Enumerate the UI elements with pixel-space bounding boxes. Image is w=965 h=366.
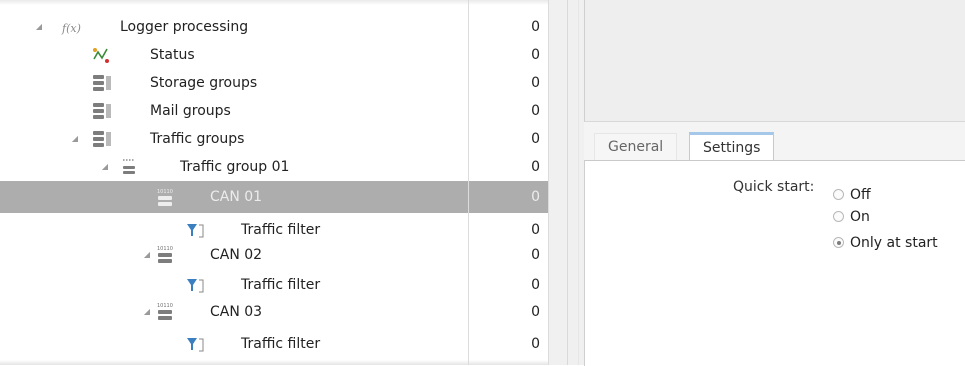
column-divider (468, 0, 469, 365)
tree-bottom-edge (0, 360, 548, 365)
tree-item-value: 0 (531, 247, 540, 263)
filter-icon (186, 221, 204, 239)
radio-label: Off (850, 187, 871, 203)
tree-item-label: Traffic filter (241, 336, 321, 352)
radio-button-icon[interactable] (833, 210, 844, 222)
tree-item-value: 0 (531, 336, 540, 352)
filter-icon (186, 335, 204, 353)
radio-button-icon[interactable] (833, 236, 844, 248)
tree-item-value: 0 (531, 222, 540, 238)
database-stack-icon (92, 102, 111, 120)
tree-item-traffic-group-01[interactable]: ◢ Traffic group 01 0 (0, 153, 548, 181)
tree-item-can-02[interactable]: ◢ 10110 CAN 02 0 (0, 241, 548, 269)
traffic-group-icon (120, 158, 138, 176)
tab-settings[interactable]: Settings (689, 132, 775, 161)
can-channel-icon: 10110 (156, 187, 174, 209)
tree-item-label: CAN 01 (210, 189, 263, 205)
database-stack-icon (92, 130, 111, 148)
tree-item-value: 0 (531, 159, 540, 175)
splitter-line (578, 0, 579, 365)
tree-item-label: CAN 03 (210, 304, 263, 320)
tree-item-label: Storage groups (150, 75, 258, 91)
tree-item-traffic-groups[interactable]: ◢ Traffic groups 0 (0, 125, 548, 153)
svg-text:10110: 10110 (157, 246, 173, 252)
tree-panel: ◢ f(x) Logger processing 0 Status 0 Stor… (0, 0, 548, 365)
radio-label: Only at start (850, 235, 938, 251)
status-chart-icon (92, 46, 110, 64)
tree-item-value: 0 (531, 277, 540, 293)
tree-item-label: Status (150, 47, 195, 63)
tree-item-label: CAN 02 (210, 247, 263, 263)
svg-text:10110: 10110 (157, 303, 173, 309)
tree-item-can-03[interactable]: ◢ 10110 CAN 03 0 (0, 298, 548, 326)
svg-text:10110: 10110 (157, 189, 173, 195)
function-icon: f(x) (60, 18, 84, 36)
tree-item-traffic-filter[interactable]: Traffic filter 0 (0, 216, 548, 244)
panel-splitter[interactable] (548, 0, 585, 365)
tree-item-mail-groups[interactable]: Mail groups 0 (0, 97, 548, 125)
tree-item-value: 0 (531, 75, 540, 91)
tree-item-value: 0 (531, 47, 540, 63)
radio-off[interactable]: Off (833, 184, 871, 206)
tree-item-value: 0 (531, 103, 540, 119)
tab-label: General (608, 139, 664, 155)
radio-label: On (850, 209, 870, 225)
tree-item-label: Logger processing (120, 19, 249, 35)
tree-item-traffic-filter[interactable]: Traffic filter 0 (0, 271, 548, 299)
radio-on[interactable]: On (833, 206, 870, 228)
expand-toggle-icon[interactable]: ◢ (142, 298, 152, 326)
tree-item-label: Traffic filter (241, 277, 321, 293)
settings-pane: Quick start: Off On Only at start (584, 160, 965, 366)
tree-item-value: 0 (531, 131, 540, 147)
expand-toggle-icon[interactable]: ◢ (100, 153, 110, 181)
tree-item-value: 0 (531, 304, 540, 320)
tree-item-value: 0 (531, 19, 540, 35)
svg-text:f(x): f(x) (61, 22, 81, 35)
tree-item-status[interactable]: Status 0 (0, 41, 548, 69)
tree-item-traffic-filter[interactable]: Traffic filter 0 (0, 330, 548, 358)
tree-item-label: Traffic group 01 (180, 159, 290, 175)
properties-top-area (584, 0, 965, 122)
tree-item-storage-groups[interactable]: Storage groups 0 (0, 69, 548, 97)
splitter-line (567, 0, 568, 365)
can-channel-icon: 10110 (156, 301, 174, 323)
radio-only-at-start[interactable]: Only at start (833, 232, 938, 254)
tree-item-logger-processing[interactable]: ◢ f(x) Logger processing 0 (0, 13, 548, 41)
tree-item-label: Traffic filter (241, 222, 321, 238)
filter-icon (186, 276, 204, 294)
tree-item-label: Mail groups (150, 103, 231, 119)
database-stack-icon (92, 74, 111, 92)
quick-start-label: Quick start: (733, 179, 815, 195)
tree-item-can-01[interactable]: 10110 CAN 01 0 (0, 181, 548, 213)
expand-toggle-icon[interactable]: ◢ (142, 241, 152, 269)
tab-label: Settings (703, 140, 761, 156)
expand-toggle-icon[interactable]: ◢ (34, 13, 44, 41)
can-channel-icon: 10110 (156, 244, 174, 266)
expand-toggle-icon[interactable]: ◢ (70, 125, 80, 153)
radio-button-icon[interactable] (833, 188, 844, 200)
tree-item-label: Traffic groups (150, 131, 245, 147)
tab-bar: General Settings (584, 122, 965, 161)
tree-top-edge (0, 0, 548, 5)
tab-general[interactable]: General (594, 133, 678, 160)
tree-item-value: 0 (531, 189, 540, 205)
